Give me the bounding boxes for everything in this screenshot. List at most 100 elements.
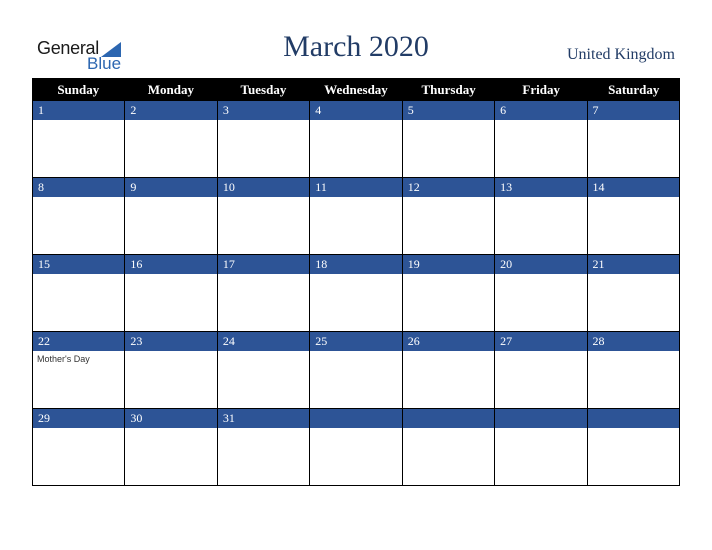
day-cell: 16	[125, 255, 218, 331]
day-cell: 10	[217, 178, 311, 254]
holiday-label	[495, 351, 586, 354]
day-number	[587, 409, 679, 428]
country-label: United Kingdom	[567, 46, 675, 63]
day-cell: 11	[310, 178, 403, 254]
day-number: 15	[33, 255, 125, 274]
holiday-label	[125, 428, 216, 431]
day-number: 20	[495, 255, 587, 274]
day-cell: 29	[33, 409, 126, 485]
holiday-label	[125, 351, 216, 354]
day-cell: 21	[587, 255, 680, 331]
day-number: 11	[310, 178, 402, 197]
day-cell: 23	[125, 332, 218, 408]
day-number	[310, 409, 402, 428]
day-cell: 27	[495, 332, 588, 408]
holiday-label	[495, 120, 586, 123]
holiday-label	[125, 197, 216, 200]
day-cell: 2	[125, 101, 218, 177]
holiday-label	[33, 274, 124, 277]
weekday-tuesday: Tuesday	[240, 82, 287, 97]
week-row: 22 Mother's Day 23 24 25 26 27 28	[32, 332, 680, 409]
day-cell: 18	[310, 255, 403, 331]
day-cell: 7	[587, 101, 680, 177]
day-number: 17	[217, 255, 310, 274]
day-number: 30	[125, 409, 217, 428]
day-cell: 17	[217, 255, 311, 331]
day-cell	[495, 409, 588, 485]
holiday-label	[403, 197, 494, 200]
day-number: 10	[217, 178, 310, 197]
holiday-label	[588, 120, 679, 123]
day-number: 18	[310, 255, 402, 274]
day-number: 14	[587, 178, 679, 197]
holiday-label	[588, 197, 679, 200]
day-number: 9	[125, 178, 217, 197]
holiday-label	[218, 351, 309, 354]
day-number: 5	[402, 101, 495, 120]
holiday-label	[33, 197, 124, 200]
day-number: 8	[33, 178, 125, 197]
holiday-label	[495, 428, 586, 431]
day-cell: 20	[495, 255, 588, 331]
holiday-label	[403, 120, 494, 123]
day-cell: 15	[33, 255, 126, 331]
weekday-wednesday: Wednesday	[324, 82, 388, 97]
holiday-label	[588, 428, 679, 431]
day-number: 16	[125, 255, 217, 274]
day-cell: 30	[125, 409, 218, 485]
holiday-label	[125, 120, 216, 123]
day-number: 12	[402, 178, 495, 197]
day-number: 19	[402, 255, 495, 274]
holiday-label	[125, 274, 216, 277]
day-number: 25	[310, 332, 402, 351]
day-number: 3	[217, 101, 310, 120]
day-cell: 25	[310, 332, 403, 408]
day-cell: 14	[587, 178, 680, 254]
day-number: 13	[495, 178, 587, 197]
weekday-header-row: Sunday Monday Tuesday Wednesday Thursday Frid…	[32, 78, 680, 101]
day-number: 2	[125, 101, 217, 120]
calendar-grid: Sunday Monday Tuesday Wednesday Thursday Frid…	[32, 78, 680, 486]
holiday-label	[403, 351, 494, 354]
holiday-label	[33, 120, 124, 123]
holiday-label	[218, 120, 309, 123]
day-cell: 9	[125, 178, 218, 254]
holiday-label	[310, 351, 401, 354]
holiday-label	[310, 428, 401, 431]
day-number: 7	[587, 101, 679, 120]
holiday-label	[218, 274, 309, 277]
day-number: 27	[495, 332, 587, 351]
weekday-thursday: Thursday	[421, 82, 476, 97]
week-row: 29 30 31	[32, 409, 680, 486]
day-number: 6	[495, 101, 587, 120]
day-cell: 22 Mother's Day	[33, 332, 126, 408]
holiday-label	[403, 274, 494, 277]
day-number: 29	[33, 409, 125, 428]
weekday-sunday: Sunday	[57, 82, 100, 97]
day-cell: 19	[402, 255, 496, 331]
day-number: 23	[125, 332, 217, 351]
day-cell: 31	[217, 409, 311, 485]
day-cell	[402, 409, 496, 485]
holiday-label	[403, 428, 494, 431]
day-number	[402, 409, 495, 428]
day-number: 21	[587, 255, 679, 274]
holiday-label: Mother's Day	[37, 354, 90, 364]
holiday-label	[588, 274, 679, 277]
holiday-label	[310, 197, 401, 200]
day-number: 24	[217, 332, 310, 351]
day-cell: 1	[33, 101, 126, 177]
day-cell: 12	[402, 178, 496, 254]
day-cell: 28	[587, 332, 680, 408]
holiday-label	[33, 428, 124, 431]
holiday-label	[588, 351, 679, 354]
day-cell: 6	[495, 101, 588, 177]
holiday-label	[218, 428, 309, 431]
day-cell: 5	[402, 101, 496, 177]
day-cell: 4	[310, 101, 403, 177]
holiday-label	[495, 274, 586, 277]
day-number: 28	[587, 332, 679, 351]
holiday-label	[495, 197, 586, 200]
weekday-monday: Monday	[147, 82, 194, 97]
day-cell: 24	[217, 332, 311, 408]
